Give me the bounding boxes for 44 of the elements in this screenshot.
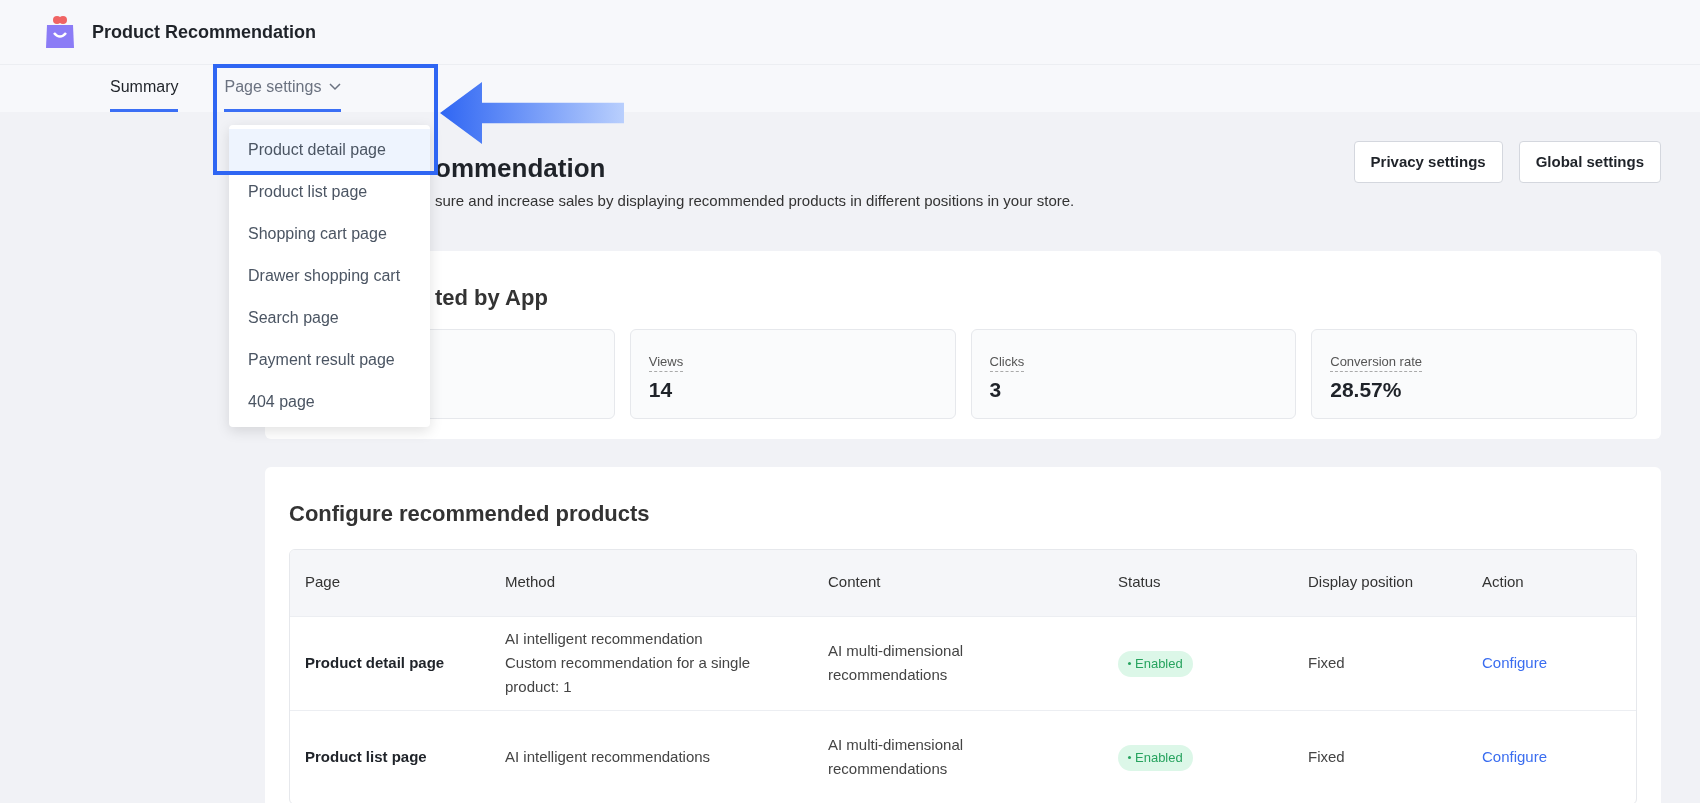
section-title: ted by App: [435, 283, 548, 312]
stat-label: Clicks: [989, 351, 1025, 372]
app-title: Product Recommendation: [92, 20, 317, 44]
table-cell-text: AI intelligent recommendation: [505, 629, 704, 649]
table-cell-text: Product list page: [305, 746, 428, 767]
settings-button[interactable]: Privacy settings: [1353, 141, 1503, 183]
table-cell-text: Fixed: [1308, 746, 1346, 767]
configure-link[interactable]: Configure: [1482, 745, 1548, 769]
section-title: Configure recommended products: [289, 499, 651, 528]
menu-item[interactable]: 404 page: [229, 381, 430, 423]
stat-label: Views: [648, 351, 684, 372]
status-badge: Enabled: [1118, 650, 1193, 677]
page-title: ommendation: [435, 152, 607, 185]
table-cell-text: Custom recommendation for a single product: 1: [505, 653, 752, 697]
table-cell-text: AI intelligent recommendations: [505, 747, 712, 767]
settings-button[interactable]: Global settings: [1518, 141, 1661, 183]
configure-link[interactable]: Configure: [1482, 651, 1548, 675]
menu-item[interactable]: Search page: [229, 297, 430, 339]
arrow-icon: [440, 82, 624, 144]
nav-tab[interactable]: Summary: [110, 65, 179, 112]
menu-item[interactable]: Product detail page: [229, 129, 430, 171]
table-cell-text: AI multi-dimensional recommendations: [828, 735, 965, 779]
shopping-bag-icon: [44, 15, 76, 49]
chevron-down-icon: [329, 83, 342, 91]
stat-value: 3: [989, 377, 1003, 403]
stat-value: 14: [648, 377, 674, 403]
column-header: Page: [305, 572, 342, 593]
column-header: Display position: [1308, 572, 1415, 593]
table-cell-text: AI multi-dimensional recommendations: [828, 641, 965, 685]
stat-label: Conversion rate: [1330, 351, 1423, 372]
table-cell-text: Product detail page: [305, 652, 446, 673]
table-cell-text: Fixed: [1308, 652, 1346, 673]
page-description: sure and increase sales by displaying recommended products in different positions in your store.: [435, 191, 1075, 211]
column-header: Action: [1482, 572, 1525, 593]
menu-item[interactable]: Drawer shopping cart: [229, 255, 430, 297]
menu-item[interactable]: Payment result page: [229, 339, 430, 381]
stat-value: 28.57%: [1330, 377, 1403, 403]
column-header: Content: [828, 572, 882, 593]
column-header: Method: [505, 572, 557, 593]
column-header: Status: [1118, 572, 1162, 593]
menu-item[interactable]: Shopping cart page: [229, 213, 430, 255]
nav-tab[interactable]: Page settings: [224, 65, 342, 112]
status-badge: Enabled: [1118, 744, 1193, 771]
menu-item[interactable]: Product list page: [229, 171, 430, 213]
